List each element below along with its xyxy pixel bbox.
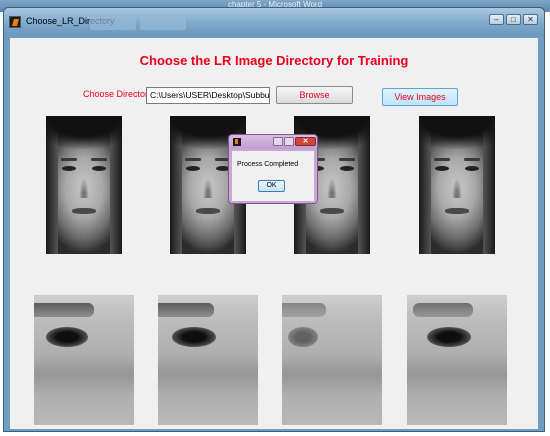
matlab-icon xyxy=(9,16,21,28)
process-completed-dialog: ✕ Process Completed OK xyxy=(228,134,318,204)
eye-crop-image-2 xyxy=(158,295,258,425)
directory-path-field[interactable]: C:\Users\USER\Desktop\SubbuNewFina xyxy=(146,87,270,104)
view-images-button[interactable]: View Images xyxy=(382,88,458,106)
ok-button[interactable]: OK xyxy=(258,180,285,192)
taskbar-tab xyxy=(140,16,186,30)
face-image-4 xyxy=(419,116,495,254)
dialog-titlebar[interactable]: ✕ xyxy=(229,135,317,149)
dialog-message: Process Completed xyxy=(237,161,299,168)
window-controls: – □ ✕ xyxy=(489,14,538,25)
dialog-minimize-button[interactable] xyxy=(273,137,283,146)
maximize-button[interactable]: □ xyxy=(506,14,521,25)
eye-crop-image-1 xyxy=(34,295,134,425)
window-titlebar[interactable]: Choose_LR_Directory – □ ✕ xyxy=(4,8,544,36)
matlab-icon xyxy=(233,138,241,146)
minimize-button[interactable]: – xyxy=(489,14,504,25)
choose-directory-label: Choose Directory xyxy=(83,89,153,99)
eye-crop-image-3 xyxy=(282,295,382,425)
taskbar-tab xyxy=(90,16,136,30)
browse-button[interactable]: Browse xyxy=(276,86,353,104)
face-image-1 xyxy=(46,116,122,254)
main-window: Choose_LR_Directory – □ ✕ Choose the LR … xyxy=(3,7,545,432)
window-client-area: Choose the LR Image Directory for Traini… xyxy=(10,38,538,429)
dialog-maximize-button[interactable] xyxy=(284,137,294,146)
page-title: Choose the LR Image Directory for Traini… xyxy=(139,53,409,68)
dialog-body: Process Completed OK xyxy=(232,151,314,201)
close-button[interactable]: ✕ xyxy=(523,14,538,25)
eye-crop-image-4 xyxy=(407,295,507,425)
dialog-close-button[interactable]: ✕ xyxy=(295,137,316,146)
